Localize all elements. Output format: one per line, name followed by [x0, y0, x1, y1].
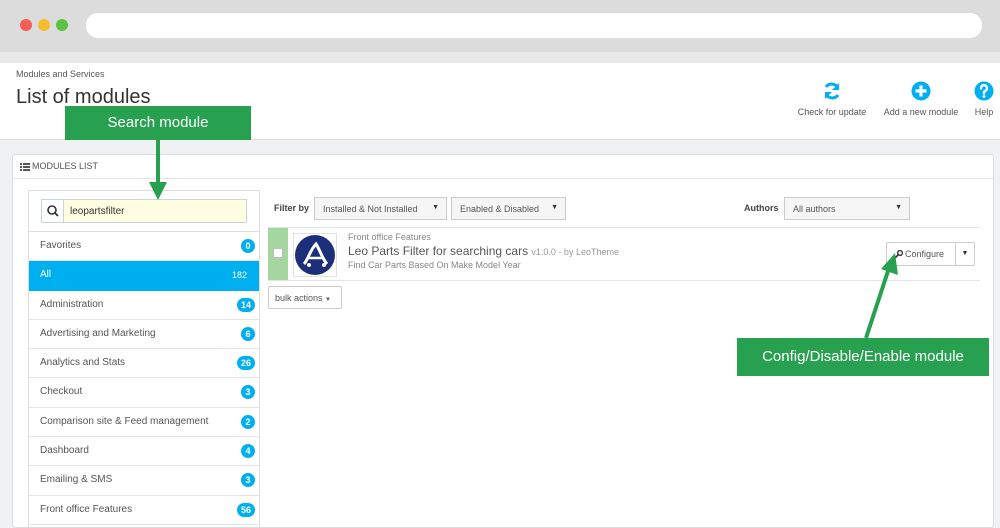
enabled-status-value: Enabled & Disabled — [460, 204, 540, 214]
help-button[interactable]: Help — [968, 81, 1000, 117]
chevron-down-icon: ▼ — [551, 204, 558, 211]
search-module-callout: Search module — [65, 106, 251, 140]
bulk-actions-button[interactable]: bulk actions ▼ — [268, 286, 342, 309]
category-count-badge: 3 — [241, 385, 255, 400]
module-search-input[interactable] — [64, 200, 246, 222]
category-sidebar: Favorites 0 All 182 Administration 14 Ad… — [28, 190, 260, 528]
category-count-badge: 3 — [241, 473, 255, 488]
address-bar[interactable] — [86, 13, 982, 38]
search-icon-button[interactable] — [42, 200, 64, 222]
check-for-update-label: Check for update — [797, 107, 867, 117]
module-description: Find Car Parts Based On Make Model Year — [348, 260, 521, 270]
configure-label: Configure — [905, 249, 945, 259]
category-label: Administration — [40, 298, 104, 310]
module-search-box — [41, 199, 247, 223]
chevron-down-icon: ▼ — [961, 250, 969, 257]
category-label: Comparison site & Feed management — [40, 415, 209, 427]
category-item-dashboard[interactable]: Dashboard 4 — [29, 437, 259, 467]
category-item-all[interactable]: All 182 — [29, 261, 259, 291]
module-category: Front office Features — [348, 232, 431, 242]
filter-by-label: Filter by — [274, 203, 310, 213]
list-icon — [20, 162, 30, 171]
category-count-badge: 6 — [241, 326, 255, 341]
category-count-badge: 2 — [241, 414, 255, 429]
category-count-badge: 14 — [236, 297, 255, 312]
close-window-dot[interactable] — [20, 19, 32, 31]
category-label: Advertising and Marketing — [40, 327, 156, 339]
category-item-advertising[interactable]: Advertising and Marketing 6 — [29, 320, 259, 350]
bulk-actions-label: bulk actions — [275, 293, 323, 303]
plus-circle-icon — [911, 81, 931, 101]
category-label: Emailing & SMS — [40, 474, 113, 486]
authors-label: Authors — [744, 203, 779, 213]
category-list: Favorites 0 All 182 Administration 14 Ad… — [29, 232, 259, 525]
help-label: Help — [974, 107, 994, 117]
chevron-down-icon: ▼ — [432, 204, 439, 211]
category-count-badge: 26 — [236, 356, 255, 371]
category-item-favorites[interactable]: Favorites 0 — [29, 232, 259, 262]
panel-heading: MODULES LIST — [13, 155, 993, 179]
category-label: Favorites — [40, 240, 82, 251]
chrome-separator — [0, 52, 1000, 63]
check-for-update-button[interactable]: Check for update — [790, 81, 874, 117]
category-label: Dashboard — [40, 445, 89, 457]
maximize-window-dot[interactable] — [56, 19, 68, 31]
module-row: Front office Features Leo Parts Filter f… — [268, 227, 980, 281]
category-label: Checkout — [40, 386, 83, 398]
category-item-analytics[interactable]: Analytics and Stats 26 — [29, 349, 259, 379]
breadcrumb[interactable]: Modules and Services — [16, 69, 105, 79]
wrench-icon — [893, 249, 903, 260]
module-version-author: v1.0.0 - by LeoTheme — [531, 247, 619, 257]
refresh-icon — [824, 82, 840, 100]
minimize-window-dot[interactable] — [38, 19, 50, 31]
add-new-module-label: Add a new module — [883, 107, 959, 117]
configure-button[interactable]: Configure — [886, 242, 956, 266]
panel-heading-label: MODULES LIST — [32, 161, 99, 171]
module-status-column — [268, 228, 288, 280]
category-item-checkout[interactable]: Checkout 3 — [29, 378, 259, 408]
authors-select[interactable]: All authors ▼ — [784, 197, 910, 220]
category-item-comparison[interactable]: Comparison site & Feed management 2 — [29, 408, 259, 438]
module-logo — [293, 233, 337, 277]
module-actions-dropdown[interactable]: ▼ — [955, 242, 975, 266]
install-status-value: Installed & Not Installed — [323, 204, 418, 214]
category-count-badge: 182 — [231, 270, 247, 281]
module-name-text: Leo Parts Filter for searching cars — [348, 244, 529, 258]
category-count-badge: 56 — [236, 502, 255, 517]
question-circle-icon — [974, 81, 994, 101]
module-name: Leo Parts Filter for searching cars v1.0… — [348, 244, 619, 258]
category-label: Analytics and Stats — [40, 357, 126, 369]
category-item-front-office[interactable]: Front office Features 56 — [29, 496, 259, 525]
add-new-module-button[interactable]: Add a new module — [878, 81, 964, 117]
category-count-badge: 0 — [241, 239, 255, 253]
configure-module-callout: Config/Disable/Enable module — [737, 338, 989, 376]
module-search-area — [29, 191, 259, 232]
browser-chrome — [0, 0, 1000, 52]
search-icon — [47, 205, 59, 217]
authors-value: All authors — [793, 204, 836, 214]
enabled-status-select[interactable]: Enabled & Disabled ▼ — [451, 197, 566, 220]
chevron-down-icon: ▼ — [895, 204, 902, 211]
category-item-emailing[interactable]: Emailing & SMS 3 — [29, 466, 259, 496]
module-select-checkbox[interactable] — [273, 248, 283, 258]
category-count-badge: 4 — [241, 444, 255, 459]
category-label: Front office Features — [40, 503, 133, 515]
category-item-administration[interactable]: Administration 14 — [29, 291, 259, 320]
leotheme-logo-icon — [295, 235, 335, 275]
caret-down-icon: ▼ — [325, 297, 331, 303]
install-status-select[interactable]: Installed & Not Installed ▼ — [314, 197, 447, 220]
category-label: All — [40, 269, 52, 281]
